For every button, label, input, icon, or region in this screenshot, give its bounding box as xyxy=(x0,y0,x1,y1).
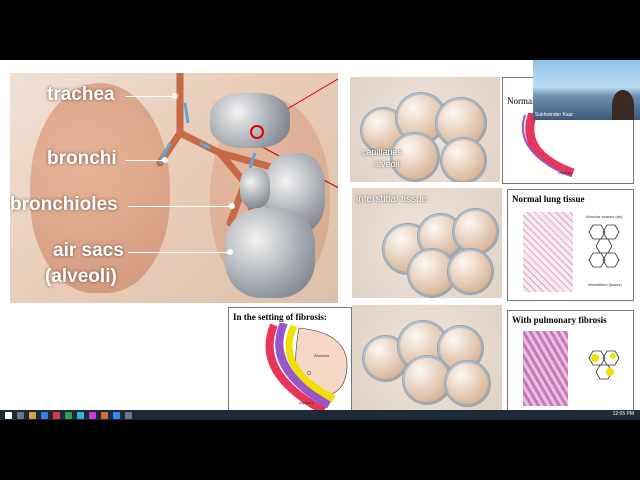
label-air-sacs: air sacs xyxy=(53,240,124,261)
shared-screen: trachea bronchi bronchioles air sacs (al… xyxy=(0,60,640,410)
capillary-diagram xyxy=(521,113,575,178)
leader-line xyxy=(128,206,232,207)
alveoli-closeup-middle: interstitial tissue xyxy=(352,188,502,298)
label-o2: O xyxy=(307,371,311,377)
caption-interstitial-tissue: interstitial tissue xyxy=(356,194,428,205)
start-icon[interactable] xyxy=(5,411,12,419)
alveoli-closeup-top: capillaries alveoli xyxy=(350,77,500,182)
label-bronchioles: bronchioles xyxy=(10,194,118,215)
hexagon-network-fibrosis xyxy=(588,350,620,380)
label-alveolus: Alveolus xyxy=(314,353,330,358)
label-alveolar-spaces: Alveolar spaces (air) xyxy=(586,214,623,219)
alveoli-cluster xyxy=(210,93,290,148)
caption-capillaries: capillaries xyxy=(362,147,403,157)
fibrosis-setting-diagram: In the setting of fibrosis: Alveolus O c… xyxy=(228,307,352,410)
app-icon[interactable] xyxy=(65,411,72,419)
alveoli-cluster xyxy=(240,168,270,208)
alveolus-cell xyxy=(444,360,491,407)
normal-lung-tissue-panel: Normal lung tissue Alveolar spaces (air)… xyxy=(507,189,634,301)
leader-line xyxy=(125,96,177,97)
label-interstitium: Interstitium (tissue) xyxy=(588,282,622,287)
taskbar-clock[interactable]: 12:05 PM xyxy=(613,411,634,417)
histology-normal xyxy=(523,212,573,292)
webcam-tile[interactable]: Sukhwinder Kaur xyxy=(533,60,640,120)
hexagon-network xyxy=(588,224,620,268)
alveolus-cell xyxy=(390,132,440,182)
folder-icon[interactable] xyxy=(29,411,36,419)
app-icon[interactable] xyxy=(125,411,132,419)
leader-dot xyxy=(172,93,178,99)
alveoli-closeup-bottom xyxy=(352,305,502,410)
lung-anatomy-image: trachea bronchi bronchioles air sacs (al… xyxy=(10,73,338,303)
leader-line xyxy=(128,252,230,253)
caption-alveoli: alveoli xyxy=(374,159,400,169)
pulmonary-fibrosis-panel: With pulmonary fibrosis xyxy=(507,310,634,410)
fibrosis-capillary-diagram xyxy=(265,323,348,410)
leader-dot xyxy=(162,157,168,163)
panel-title: In the setting of fibrosis: xyxy=(233,312,327,322)
leader-line xyxy=(125,160,165,161)
alveoli-cluster xyxy=(225,208,315,298)
app-icon[interactable] xyxy=(77,411,84,419)
label-capillary: capillary xyxy=(558,170,573,175)
panel-title: With pulmonary fibrosis xyxy=(512,315,607,325)
histology-fibrosis xyxy=(523,331,568,406)
app-icon[interactable] xyxy=(89,411,96,419)
highlight-circle xyxy=(250,125,264,139)
participant-name: Sukhwinder Kaur xyxy=(535,112,574,118)
powerpoint-icon[interactable] xyxy=(101,411,108,419)
panel-title: Normal lung tissue xyxy=(512,194,585,204)
alveolus-cell xyxy=(440,137,487,182)
alveolus-cell xyxy=(447,248,494,295)
leader-dot xyxy=(229,203,235,209)
label-alveoli: (alveoli) xyxy=(45,266,117,287)
leader-dot xyxy=(227,249,233,255)
label-capillary: capillary xyxy=(299,400,314,405)
windows-taskbar: 12:05 PM xyxy=(0,410,640,420)
app-icon[interactable] xyxy=(53,411,60,419)
zoom-icon[interactable] xyxy=(113,411,120,419)
search-icon[interactable] xyxy=(17,411,24,419)
label-trachea: trachea xyxy=(47,84,115,105)
edge-icon[interactable] xyxy=(41,411,48,419)
label-bronchi: bronchi xyxy=(47,148,117,169)
participant-video xyxy=(612,90,634,120)
